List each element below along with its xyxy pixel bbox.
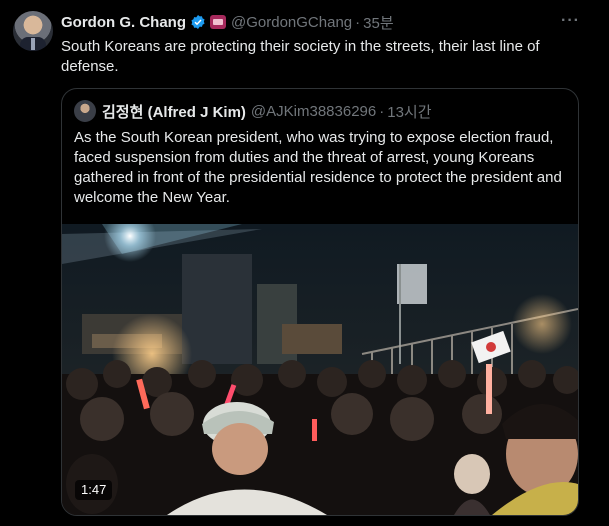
tweet-text: South Koreans are protecting their socie… bbox=[61, 38, 540, 75]
verified-badge-icon bbox=[191, 15, 205, 29]
quoted-tweet[interactable]: 김정현 (Alfred J Kim) @AJKim38836296 · 13시간… bbox=[61, 88, 579, 516]
author-handle[interactable]: @GordonGChang bbox=[231, 14, 352, 31]
tweet-timestamp[interactable]: 35분 bbox=[363, 12, 394, 33]
quoted-tweet-timestamp[interactable]: 13시간 bbox=[387, 101, 431, 122]
affiliate-badge-icon bbox=[210, 15, 226, 29]
quoted-header-separator: · bbox=[379, 102, 385, 120]
video-player[interactable]: 1:47 bbox=[62, 224, 578, 515]
author-avatar[interactable] bbox=[13, 11, 53, 51]
avatar-tie bbox=[31, 38, 35, 50]
tweet-header: Gordon G. Chang @GordonGChang · 35분 bbox=[61, 12, 394, 32]
quoted-author-avatar[interactable] bbox=[74, 100, 96, 122]
video-duration-badge: 1:47 bbox=[75, 480, 113, 500]
quoted-author-handle[interactable]: @AJKim38836296 bbox=[251, 103, 376, 120]
quoted-tweet-text: As the South Korean president, who was t… bbox=[74, 129, 562, 206]
tweet[interactable]: Gordon G. Chang @GordonGChang · 35분 ··· … bbox=[0, 0, 609, 526]
header-separator: · bbox=[355, 13, 361, 31]
quoted-tweet-header: 김정현 (Alfred J Kim) @AJKim38836296 · 13시간 bbox=[74, 100, 432, 122]
more-options-icon[interactable]: ··· bbox=[561, 12, 580, 30]
author-name[interactable]: Gordon G. Chang bbox=[61, 14, 186, 31]
video-frame bbox=[62, 224, 578, 515]
quoted-author-name[interactable]: 김정현 (Alfred J Kim) bbox=[102, 101, 246, 122]
